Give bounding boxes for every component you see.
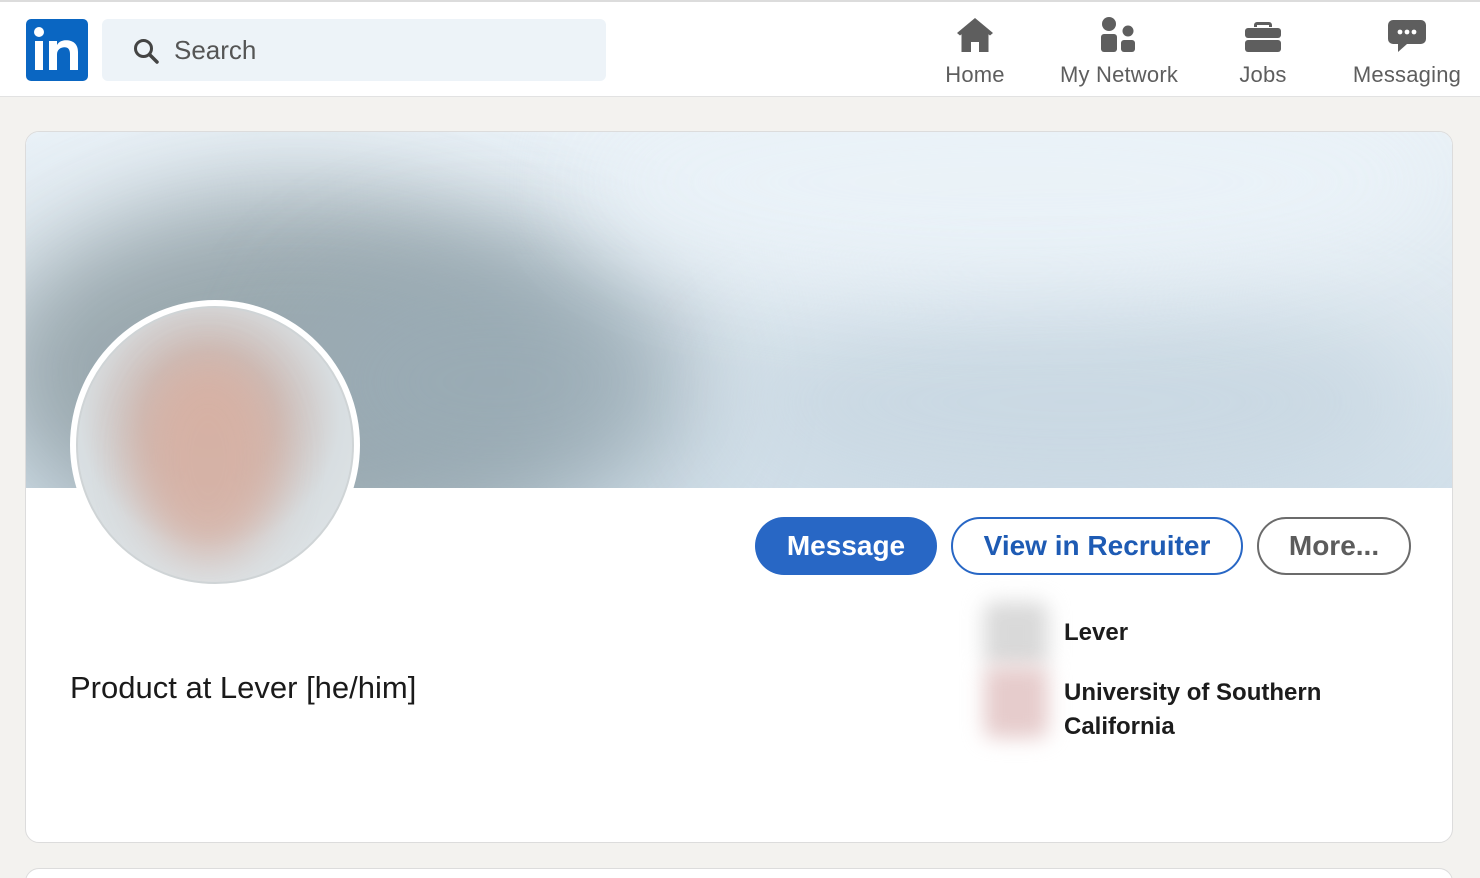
education-school-link[interactable]: University of Southern California <box>1064 676 1394 744</box>
nav-label-my-network: My Network <box>1059 62 1179 87</box>
school-logo-icon[interactable] <box>984 666 1048 738</box>
current-company-link[interactable]: Lever <box>1064 616 1394 650</box>
message-button[interactable]: Message <box>755 517 937 575</box>
search-icon <box>134 39 159 64</box>
avatar[interactable] <box>76 306 354 584</box>
nav-item-my-network[interactable]: My Network <box>1044 14 1194 94</box>
nav-label-home: Home <box>945 62 1005 87</box>
view-in-recruiter-button[interactable]: View in Recruiter <box>951 517 1243 575</box>
profile-headline: Product at Lever [he/him] <box>70 670 417 705</box>
search-input[interactable] <box>174 19 594 81</box>
next-section-card <box>25 868 1453 878</box>
profile-card: Message View in Recruiter More... Produc… <box>25 131 1453 843</box>
linkedin-logo-icon[interactable] <box>26 19 88 81</box>
home-icon <box>957 18 993 52</box>
top-navigation-bar: Home My Network Jobs Messaging <box>0 0 1480 97</box>
company-logo-icon[interactable] <box>984 602 1048 666</box>
nav-label-jobs: Jobs <box>1239 62 1287 87</box>
nav-item-jobs[interactable]: Jobs <box>1188 14 1338 94</box>
nav-item-messaging[interactable]: Messaging <box>1332 14 1480 94</box>
jobs-icon <box>1245 22 1281 52</box>
profile-photo-frame <box>70 300 360 590</box>
search-box[interactable] <box>102 19 606 81</box>
my-network-icon <box>1101 17 1135 52</box>
messaging-icon <box>1388 20 1426 52</box>
more-button[interactable]: More... <box>1257 517 1411 575</box>
nav-label-messaging: Messaging <box>1352 62 1462 87</box>
nav-item-home[interactable]: Home <box>900 14 1050 94</box>
